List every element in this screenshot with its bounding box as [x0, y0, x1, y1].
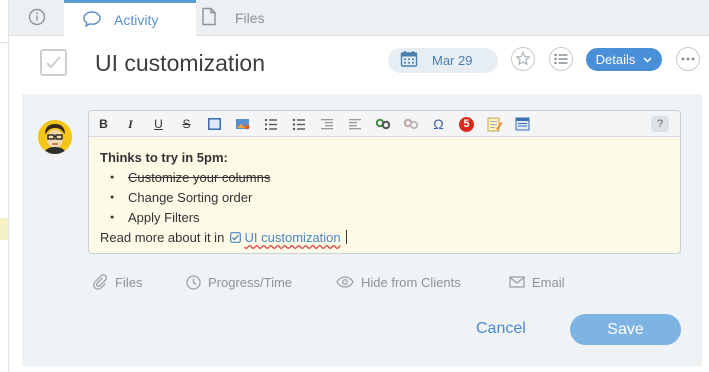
- text-cursor: [346, 230, 348, 244]
- table-icon: [208, 118, 221, 130]
- divider: [0, 42, 8, 43]
- list-item: Customize your columns: [100, 168, 347, 188]
- editor-content[interactable]: Thinks to try in 5pm: Customize your col…: [100, 148, 348, 248]
- details-label: Details: [595, 52, 636, 67]
- outdent-button[interactable]: [318, 116, 335, 132]
- tab-files[interactable]: Files: [199, 0, 265, 36]
- pencil-note-icon: [487, 117, 502, 131]
- more-dots-icon: [681, 57, 695, 61]
- more-options-button[interactable]: [676, 47, 700, 71]
- insert-image-button[interactable]: [234, 116, 251, 132]
- progress-action-label: Progress/Time: [208, 274, 293, 290]
- due-date-button[interactable]: Mar 29: [388, 48, 498, 73]
- cancel-button[interactable]: Cancel: [476, 320, 526, 338]
- info-icon: [28, 8, 46, 29]
- checkmark-icon: [46, 56, 61, 69]
- tab-bar: Activity Files: [9, 0, 709, 37]
- email-action[interactable]: Email: [509, 273, 565, 291]
- chat-bubble-icon: [82, 10, 102, 31]
- editor-toolbar: B I U S Ω 5 ?: [89, 111, 680, 137]
- comment-list: Customize your columns Change Sorting or…: [100, 168, 347, 228]
- indent-icon: [348, 118, 361, 129]
- tab-activity[interactable]: Activity: [64, 0, 196, 37]
- read-more-line: Read more about it in UI customization: [100, 228, 348, 248]
- unlink-icon: [403, 118, 418, 130]
- tab-info[interactable]: [9, 0, 64, 36]
- word-document-icon: [515, 117, 530, 131]
- attach-files-action[interactable]: Files: [92, 273, 142, 291]
- task-link[interactable]: UI customization: [228, 230, 344, 245]
- avatar-face-icon: [38, 120, 72, 154]
- calendar-icon: [400, 50, 418, 71]
- avatar: [38, 120, 72, 154]
- task-title[interactable]: UI customization: [95, 50, 265, 77]
- bullet-list-button[interactable]: [290, 116, 307, 132]
- hide-from-clients-action[interactable]: Hide from Clients: [336, 273, 461, 291]
- files-action-label: Files: [115, 274, 143, 290]
- insert-table-button[interactable]: [206, 116, 223, 132]
- indent-button[interactable]: [346, 116, 363, 132]
- save-button[interactable]: Save: [570, 314, 681, 345]
- underline-button[interactable]: U: [150, 116, 167, 132]
- bold-button[interactable]: B: [95, 116, 112, 132]
- eye-icon: [336, 276, 354, 288]
- tab-activity-label: Activity: [114, 12, 159, 28]
- envelope-icon: [509, 276, 525, 288]
- edit-source-button[interactable]: [486, 116, 503, 132]
- clock-icon: [186, 274, 201, 290]
- star-icon: [515, 51, 531, 66]
- link-icon: [375, 118, 390, 130]
- task-complete-checkbox[interactable]: [40, 49, 67, 76]
- image-icon: [235, 119, 249, 130]
- details-button[interactable]: Details: [586, 48, 662, 71]
- file-icon: [201, 7, 217, 29]
- email-action-label: Email: [532, 274, 565, 290]
- unlink-button[interactable]: [402, 116, 419, 132]
- special-character-button[interactable]: Ω: [430, 116, 447, 132]
- hide-action-label: Hide from Clients: [361, 274, 461, 290]
- html5-button[interactable]: 5: [458, 116, 475, 132]
- comment-editor[interactable]: B I U S Ω 5 ? Thinks to try in 5pm: ● Cu…: [88, 110, 681, 254]
- numbered-list-icon: [264, 118, 277, 130]
- insert-link-button[interactable]: [374, 116, 391, 132]
- paperclip-icon: [92, 274, 108, 290]
- read-more-text: Read more about it in: [100, 230, 225, 245]
- comment-heading: Thinks to try in 5pm:: [100, 150, 228, 165]
- tab-files-label: Files: [235, 10, 265, 26]
- list-item: Apply Filters: [100, 208, 347, 228]
- task-checkbox-icon: [230, 232, 241, 243]
- background-pane-edge: [0, 0, 9, 372]
- word-paste-button[interactable]: [514, 116, 531, 132]
- numbered-list-button[interactable]: [262, 116, 279, 132]
- task-link-label: UI customization: [244, 230, 341, 245]
- highlighted-row-edge: [0, 218, 8, 240]
- list-button[interactable]: [549, 47, 573, 71]
- strikethrough-button[interactable]: S: [178, 116, 195, 132]
- bullet-list-icon: [292, 118, 305, 130]
- html5-icon: 5: [459, 116, 474, 132]
- outdent-icon: [320, 118, 333, 129]
- list-icon: [554, 53, 568, 65]
- list-item: Change Sorting order: [100, 188, 347, 208]
- help-button[interactable]: ?: [651, 116, 669, 132]
- italic-button[interactable]: I: [122, 116, 139, 132]
- due-date-label: Mar 29: [432, 53, 473, 68]
- chevron-down-icon: [643, 56, 652, 63]
- progress-time-action[interactable]: Progress/Time: [186, 273, 292, 291]
- star-button[interactable]: [511, 47, 535, 71]
